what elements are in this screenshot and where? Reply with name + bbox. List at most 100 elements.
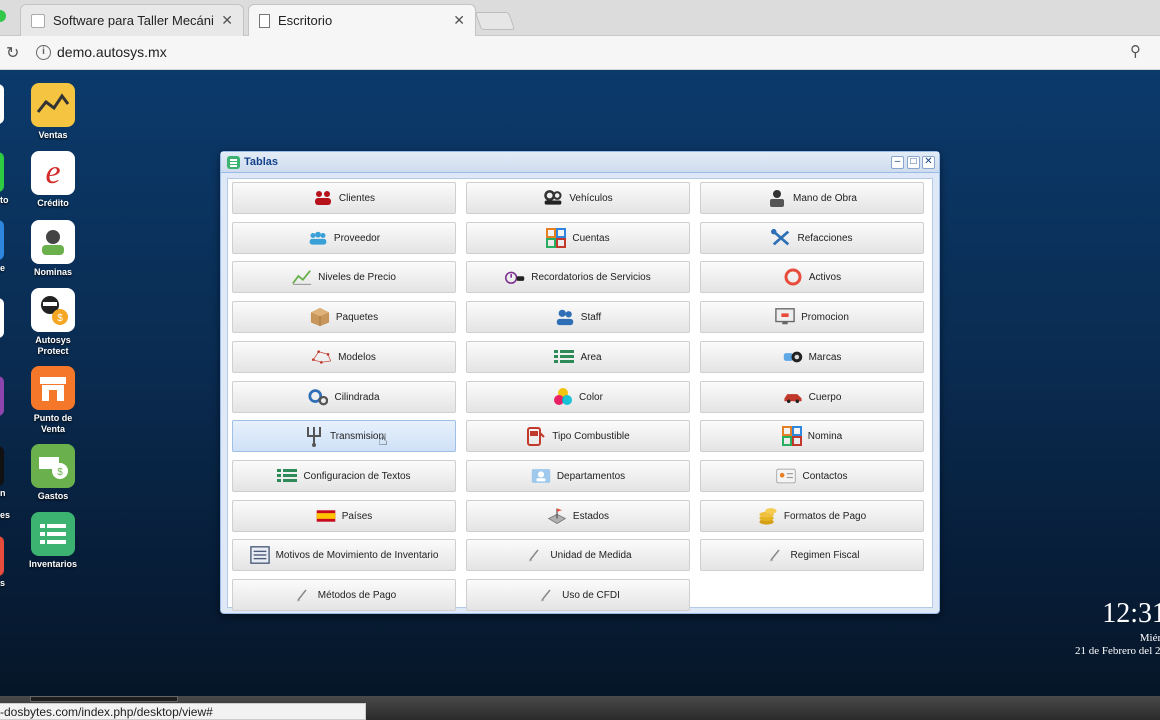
browser-tab-strip: Software para Taller Mecánico ✕ Escritor…	[0, 0, 1160, 36]
button-label: Staff	[580, 311, 602, 323]
url-field[interactable]: demo.autosys.mx	[57, 44, 167, 60]
tabla-button-departamentos[interactable]: Departamentos	[466, 460, 690, 492]
button-label: Paquetes	[335, 311, 379, 323]
tabla-button-activos[interactable]: Activos	[700, 261, 924, 293]
tabla-button-proveedor[interactable]: Proveedor	[232, 222, 456, 254]
partial-desktop-icon[interactable]	[0, 84, 4, 124]
credit-e-icon: e	[31, 151, 75, 195]
partial-desktop-icon[interactable]	[0, 446, 4, 486]
tabla-button-cilindrada[interactable]: Cilindrada	[232, 381, 456, 413]
new-tab-button[interactable]	[474, 12, 516, 30]
clock-date: 21 de Febrero del 20	[1074, 645, 1160, 657]
button-label: Motivos de Movimiento de Inventario	[275, 549, 439, 561]
partial-desktop-icon[interactable]	[0, 298, 4, 338]
window-title-bar[interactable]: Tablas – □ ✕	[221, 152, 939, 173]
gears-icon	[308, 387, 329, 407]
car-gears-icon	[543, 188, 563, 208]
desktop-icon-autosys-protect[interactable]: $ Autosys Protect	[23, 288, 83, 357]
tabla-button-estados[interactable]: Estados	[466, 500, 690, 532]
id-card-icon	[531, 466, 551, 486]
mechanic-icon	[767, 188, 787, 208]
tab-title: Software para Taller Mecánico	[53, 13, 214, 28]
button-label: Clientes	[338, 192, 376, 204]
tabla-button-regimen-fiscal[interactable]: Regimen Fiscal	[700, 539, 924, 571]
tabla-button-unidad-de-medida[interactable]: Unidad de Medida	[466, 539, 690, 571]
tabla-button-paises[interactable]: Países	[232, 500, 456, 532]
tab-software[interactable]: Software para Taller Mecánico ✕	[20, 4, 244, 36]
tabla-button-motivos-de-movimiento-de-inventario[interactable]: Motivos de Movimiento de Inventario	[232, 539, 456, 571]
partial-icon-label: n	[0, 488, 6, 498]
partial-desktop-icon[interactable]	[0, 220, 4, 260]
contacts-icon	[776, 466, 797, 486]
partial-desktop-icon[interactable]	[0, 376, 4, 416]
tabla-button-promocion[interactable]: Promocion	[700, 301, 924, 333]
window-title: Tablas	[244, 156, 279, 168]
desktop: to e n es s Ventas e Crédito Nominas $ A…	[0, 70, 1160, 696]
close-icon[interactable]: ✕	[221, 12, 233, 29]
tabla-button-uso-de-cfdi[interactable]: Uso de CFDI	[466, 579, 690, 611]
tabla-button-paquetes[interactable]: Paquetes	[232, 301, 456, 333]
desktop-icon-credito[interactable]: e Crédito	[23, 151, 83, 209]
info-icon[interactable]: i	[36, 45, 51, 60]
button-label: Cilindrada	[334, 391, 380, 403]
partial-icon-label: to	[0, 195, 9, 205]
desktop-icon-gastos[interactable]: $ Gastos	[23, 444, 83, 502]
button-label: Niveles de Precio	[318, 271, 396, 283]
reminder-icon	[505, 267, 525, 287]
tabla-button-modelos[interactable]: Modelos	[232, 341, 456, 373]
close-icon[interactable]: ✕	[453, 12, 465, 29]
page-favicon-icon	[259, 13, 270, 28]
tabla-button-refacciones[interactable]: Refacciones	[700, 222, 924, 254]
list-icon	[277, 466, 298, 486]
window-zoom-dot[interactable]	[0, 10, 6, 22]
partial-desktop-icon[interactable]	[0, 152, 4, 192]
monitor-icon	[775, 307, 795, 327]
taskbar-item[interactable]	[30, 696, 178, 702]
button-label: Activos	[808, 271, 842, 283]
tabla-button-cuentas[interactable]: Cuentas	[466, 222, 690, 254]
partial-icon-label: s	[0, 578, 6, 588]
pen-icon	[524, 545, 544, 565]
tabla-button-area[interactable]: Area	[466, 341, 690, 373]
icon-label: Autosys Protect	[35, 335, 71, 356]
reload-icon[interactable]: ↻	[6, 43, 19, 63]
status-url: -dosbytes.com/index.php/desktop/view#	[0, 703, 366, 720]
close-window-button[interactable]: ✕	[922, 156, 935, 169]
tabla-button-clientes[interactable]: Clientes	[232, 182, 456, 214]
tabla-button-recordatorios-de-servicios[interactable]: Recordatorios de Servicios	[466, 261, 690, 293]
desktop-icon-nominas[interactable]: Nominas	[23, 220, 83, 278]
tabla-button-metodos-de-pago[interactable]: Métodos de Pago	[232, 579, 456, 611]
partial-desktop-icon[interactable]	[0, 536, 4, 576]
tabla-button-cuerpo[interactable]: Cuerpo	[700, 381, 924, 413]
tabla-button-configuracion-de-textos[interactable]: Configuracion de Textos	[232, 460, 456, 492]
pen-icon	[765, 545, 785, 565]
tabla-button-marcas[interactable]: Marcas	[700, 341, 924, 373]
ring-icon	[783, 267, 803, 287]
tabla-button-contactos[interactable]: Contactos	[700, 460, 924, 492]
button-label: Recordatorios de Servicios	[531, 271, 651, 283]
list-icon	[554, 347, 575, 367]
tabla-button-transmision[interactable]: Transmision	[232, 420, 456, 452]
wheel-icon	[783, 347, 803, 367]
tabla-button-mano-de-obra[interactable]: Mano de Obra	[700, 182, 924, 214]
tabla-button-vehiculos[interactable]: Vehículos	[466, 182, 690, 214]
icon-label: Nominas	[33, 267, 72, 277]
desktop-icon-ventas[interactable]: Ventas	[23, 83, 83, 141]
tabla-button-formatos-de-pago[interactable]: Formatos de Pago	[700, 500, 924, 532]
tabla-button-tipo-combustible[interactable]: Tipo Combustible	[466, 420, 690, 452]
tabla-button-nomina[interactable]: Nomina	[700, 420, 924, 452]
people-icon	[313, 188, 333, 208]
tabla-button-color[interactable]: Color	[466, 381, 690, 413]
search-icon[interactable]: ⚲	[1130, 42, 1141, 60]
desktop-icon-inventarios[interactable]: Inventarios	[23, 512, 83, 570]
tabla-button-staff[interactable]: Staff	[466, 301, 690, 333]
maximize-button[interactable]: □	[907, 156, 920, 169]
button-label: Vehículos	[569, 192, 613, 204]
tabla-button-niveles-de-precio[interactable]: Niveles de Precio	[232, 261, 456, 293]
desktop-icon-punto-de-venta[interactable]: Punto de Venta	[23, 366, 83, 435]
button-label: Modelos	[338, 351, 376, 363]
minimize-button[interactable]: –	[891, 156, 904, 169]
tab-escritorio[interactable]: Escritorio ✕	[248, 4, 476, 36]
button-label: Estados	[572, 510, 610, 522]
flag-icon	[316, 506, 336, 526]
